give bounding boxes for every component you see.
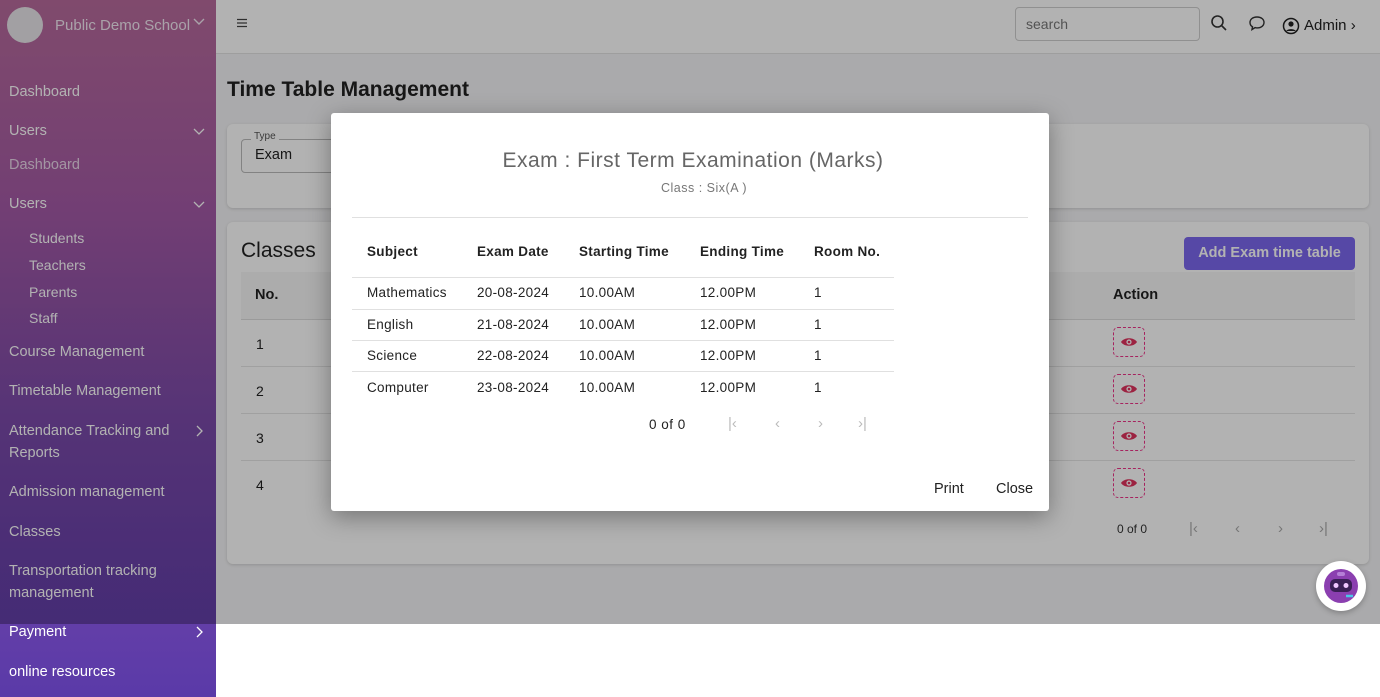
divider	[352, 309, 894, 310]
cell-subject: Mathematics	[367, 285, 447, 300]
sidebar-item-payment[interactable]: Payment	[9, 624, 66, 640]
cell-starting-time: 10.00AM	[579, 348, 636, 363]
column-header-exam-date: Exam Date	[477, 244, 549, 259]
pagination-label: 0 of 0	[649, 417, 686, 432]
cell-starting-time: 10.00AM	[579, 380, 636, 395]
cell-exam-date: 21-08-2024	[477, 317, 550, 332]
print-button[interactable]: Print	[934, 481, 964, 497]
chatbot-button[interactable]	[1316, 561, 1366, 611]
cell-starting-time: 10.00AM	[579, 317, 636, 332]
cell-ending-time: 12.00PM	[700, 317, 757, 332]
divider	[352, 340, 894, 341]
cell-exam-date: 23-08-2024	[477, 380, 550, 395]
cell-subject: Computer	[367, 380, 429, 395]
cell-exam-date: 20-08-2024	[477, 285, 550, 300]
last-page-icon[interactable]: ›|	[858, 415, 867, 432]
column-header-room-no: Room No.	[814, 244, 881, 259]
close-button[interactable]: Close	[996, 481, 1033, 497]
column-header-starting-time: Starting Time	[579, 244, 669, 259]
cell-ending-time: 12.00PM	[700, 285, 757, 300]
first-page-icon[interactable]: |‹	[728, 415, 737, 432]
cell-ending-time: 12.00PM	[700, 348, 757, 363]
prev-page-icon[interactable]: ‹	[775, 415, 780, 432]
cell-ending-time: 12.00PM	[700, 380, 757, 395]
cell-subject: Science	[367, 348, 418, 363]
cell-room-no: 1	[814, 285, 822, 300]
cell-room-no: 1	[814, 348, 822, 363]
column-header-subject: Subject	[367, 244, 418, 259]
cell-starting-time: 10.00AM	[579, 285, 636, 300]
sidebar-item-online-resources[interactable]: online resources	[9, 664, 115, 680]
cell-room-no: 1	[814, 380, 822, 395]
divider	[352, 277, 894, 278]
modal-title: Exam : First Term Examination (Marks)	[502, 149, 884, 172]
chevron-right-icon	[192, 625, 206, 642]
modal-subtitle: Class : Six(A )	[661, 181, 747, 195]
cell-exam-date: 22-08-2024	[477, 348, 550, 363]
divider	[352, 217, 1028, 218]
cell-room-no: 1	[814, 317, 822, 332]
next-page-icon[interactable]: ›	[818, 415, 823, 432]
exam-timetable-dialog: Exam : First Term Examination (Marks) Cl…	[331, 113, 1049, 511]
cell-subject: English	[367, 317, 414, 332]
column-header-ending-time: Ending Time	[700, 244, 785, 259]
robot-icon	[1316, 569, 1366, 615]
divider	[352, 371, 894, 372]
